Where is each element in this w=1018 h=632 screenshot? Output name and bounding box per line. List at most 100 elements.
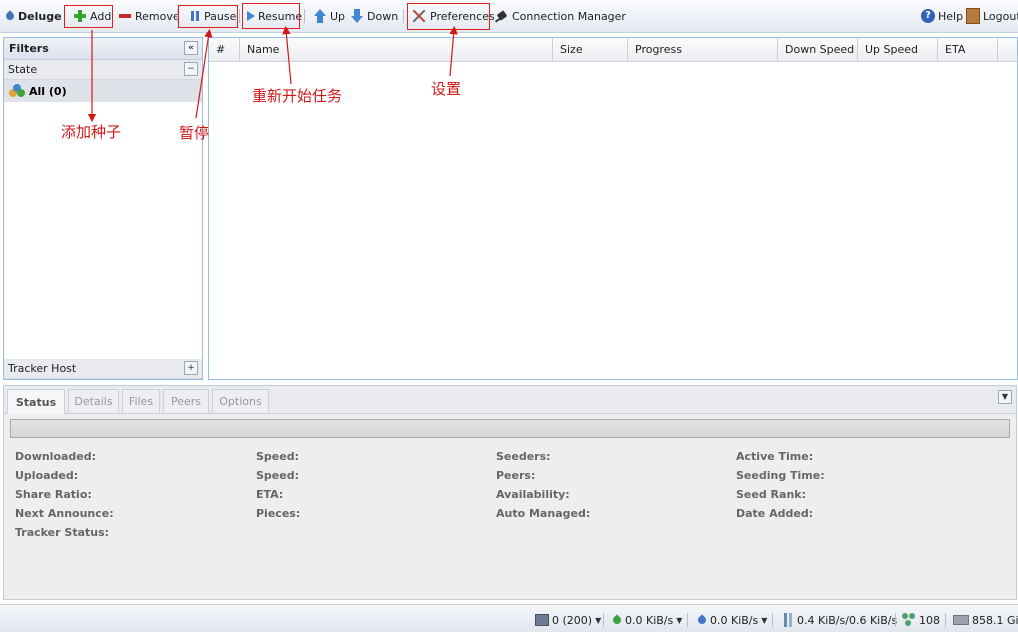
connections-menu[interactable]: 0 (200) ▼ bbox=[535, 612, 601, 628]
free-space-value: 858.1 GiB bbox=[972, 613, 1018, 627]
move-up-label: Up bbox=[330, 9, 346, 23]
logout-icon bbox=[966, 8, 980, 24]
pause-highlight-box bbox=[178, 5, 238, 28]
download-speed-menu[interactable]: 0.0 KiB/s ▼ bbox=[612, 612, 682, 628]
tracker-host-section-header[interactable]: Tracker Host + bbox=[4, 359, 202, 379]
upload-speed-menu[interactable]: 0.0 KiB/s ▼ bbox=[697, 612, 767, 628]
annotation-preferences: 设置 bbox=[431, 80, 462, 98]
caret-down-icon: ▼ bbox=[676, 615, 683, 625]
annotation-pause: 暂停 bbox=[179, 124, 210, 142]
network-icon bbox=[535, 614, 549, 626]
filter-all[interactable]: All (0) bbox=[4, 80, 202, 102]
brand-label: Deluge bbox=[18, 9, 62, 23]
column-header-eta[interactable]: ETA bbox=[938, 38, 998, 61]
stat-eta-label: ETA: bbox=[256, 488, 284, 501]
stat-peers-label: Peers: bbox=[496, 469, 536, 482]
toolbar-separator bbox=[239, 9, 240, 23]
collapse-down-icon[interactable]: ▼ bbox=[998, 390, 1012, 404]
move-down-label: Down bbox=[367, 9, 399, 23]
details-panel: Status Details Files Peers Options ▼ Dow… bbox=[3, 385, 1017, 600]
deluge-logo-icon bbox=[5, 10, 15, 22]
arrow-up-icon bbox=[313, 9, 327, 23]
remove-button[interactable]: Remove bbox=[118, 7, 180, 25]
column-header-number[interactable]: # bbox=[209, 38, 240, 61]
help-button-label: Help bbox=[938, 9, 964, 23]
annotation-add: 添加种子 bbox=[61, 123, 122, 141]
column-header-progress[interactable]: Progress bbox=[628, 38, 778, 61]
dht-nodes-value: 108 bbox=[919, 613, 940, 627]
column-header-down-speed[interactable]: Down Speed bbox=[778, 38, 858, 61]
caret-down-icon: ▼ bbox=[595, 615, 602, 625]
upload-speed-value: 0.0 KiB/s bbox=[710, 613, 759, 627]
toolbar-separator bbox=[304, 9, 305, 23]
tab-options[interactable]: Options bbox=[212, 389, 269, 413]
toolbar: Deluge Add Remove Pause Resume Up Down P… bbox=[0, 0, 1018, 33]
download-speed-value: 0.0 KiB/s bbox=[625, 613, 674, 627]
stat-date-added-label: Date Added: bbox=[736, 507, 814, 520]
torrent-progress-bar bbox=[10, 419, 1010, 438]
connection-manager-label: Connection Manager bbox=[512, 9, 626, 23]
filters-panel: Filters « State − All (0) Tracker Host + bbox=[3, 37, 203, 380]
column-header-name[interactable]: Name bbox=[240, 38, 553, 61]
stat-seeding-time-label: Seeding Time: bbox=[736, 469, 825, 482]
tab-details[interactable]: Details bbox=[68, 389, 119, 413]
stat-auto-managed-label: Auto Managed: bbox=[496, 507, 591, 520]
stat-download-speed-label: Speed: bbox=[256, 450, 299, 463]
brand: Deluge bbox=[5, 7, 62, 25]
grid-header: # Name Size Progress Down Speed Up Speed… bbox=[209, 38, 1017, 62]
logout-button-label: Logout bbox=[983, 9, 1018, 23]
move-down-button[interactable]: Down bbox=[350, 7, 398, 25]
statusbar-separator bbox=[687, 613, 688, 627]
dht-indicator: 108 bbox=[902, 612, 940, 628]
stat-seeders-label: Seeders: bbox=[496, 450, 551, 463]
column-header-size[interactable]: Size bbox=[553, 38, 628, 61]
tab-peers[interactable]: Peers bbox=[163, 389, 209, 413]
add-highlight-box bbox=[64, 5, 113, 28]
stat-availability-label: Availability: bbox=[496, 488, 570, 501]
statusbar-separator bbox=[603, 613, 604, 627]
tab-files[interactable]: Files bbox=[122, 389, 160, 413]
stat-downloaded-label: Downloaded: bbox=[15, 450, 97, 463]
help-button[interactable]: ? Help bbox=[921, 7, 963, 25]
status-bar: 0 (200) ▼ 0.0 KiB/s ▼ 0.0 KiB/s ▼ 0.4 Ki… bbox=[0, 604, 1018, 632]
toolbar-separator bbox=[403, 9, 404, 23]
collapse-minus-icon[interactable]: − bbox=[184, 62, 198, 76]
tab-status[interactable]: Status bbox=[7, 389, 65, 414]
traffic-value: 0.4 KiB/s/0.6 KiB/s bbox=[797, 613, 898, 627]
arrow-down-icon bbox=[350, 9, 364, 23]
stat-upload-speed-label: Speed: bbox=[256, 469, 299, 482]
resume-highlight-box bbox=[242, 3, 300, 29]
all-states-icon bbox=[9, 84, 25, 98]
filter-all-label: All (0) bbox=[29, 84, 67, 98]
state-label: State bbox=[8, 63, 38, 76]
stat-tracker-status-label: Tracker Status: bbox=[15, 526, 110, 539]
traffic-icon bbox=[782, 613, 794, 627]
collapse-left-icon[interactable]: « bbox=[184, 41, 198, 55]
stat-seed-rank-label: Seed Rank: bbox=[736, 488, 806, 501]
free-space-indicator: 858.1 GiB bbox=[953, 612, 1018, 628]
stat-pieces-label: Pieces: bbox=[256, 507, 301, 520]
traffic-indicator: 0.4 KiB/s/0.6 KiB/s bbox=[782, 612, 897, 628]
stat-active-time-label: Active Time: bbox=[736, 450, 814, 463]
preferences-highlight-box bbox=[407, 3, 490, 30]
logout-button[interactable]: Logout bbox=[966, 7, 1018, 25]
move-up-button[interactable]: Up bbox=[313, 7, 345, 25]
download-icon bbox=[612, 614, 622, 627]
disk-icon bbox=[953, 615, 969, 625]
stat-share-ratio-label: Share Ratio: bbox=[15, 488, 92, 501]
minus-icon bbox=[118, 9, 132, 23]
remove-button-label: Remove bbox=[135, 9, 180, 23]
stat-uploaded-label: Uploaded: bbox=[15, 469, 79, 482]
filters-title: Filters bbox=[9, 42, 49, 55]
tracker-host-label: Tracker Host bbox=[8, 362, 77, 375]
statusbar-separator bbox=[772, 613, 773, 627]
connection-manager-button[interactable]: Connection Manager bbox=[495, 7, 626, 25]
column-header-up-speed[interactable]: Up Speed bbox=[858, 38, 938, 61]
connections-value: 0 (200) bbox=[552, 613, 593, 627]
statusbar-separator bbox=[945, 613, 946, 627]
state-section-header[interactable]: State − bbox=[4, 60, 202, 80]
statusbar-separator bbox=[895, 613, 896, 627]
dht-icon bbox=[902, 613, 916, 627]
expand-plus-icon[interactable]: + bbox=[184, 361, 198, 375]
plug-icon bbox=[495, 9, 509, 23]
